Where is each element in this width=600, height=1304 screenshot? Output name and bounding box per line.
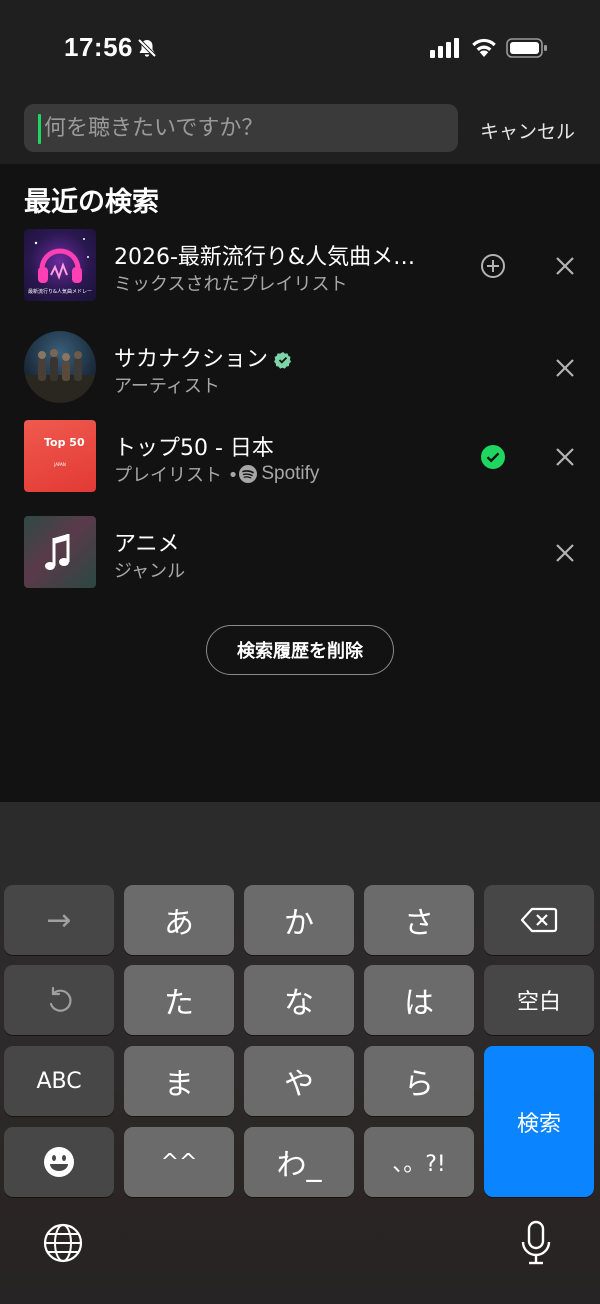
- key-sa[interactable]: さ: [364, 885, 474, 955]
- recent-item-subtitle: アーティスト: [114, 376, 220, 397]
- silent-bell-icon: [137, 38, 157, 58]
- recent-item[interactable]: サカナクション アーティスト: [0, 331, 600, 411]
- key-next-arrow[interactable]: →: [4, 885, 114, 955]
- key-ta[interactable]: た: [124, 965, 234, 1035]
- recent-item[interactable]: アニメ ジャンル: [0, 516, 600, 596]
- close-icon[interactable]: [551, 252, 579, 280]
- recent-item[interactable]: 最新流行り&人気曲メドレー 2026-最新流行り&人気曲メ… ミックスされたプレ…: [0, 229, 600, 309]
- key-search[interactable]: 検索: [484, 1046, 594, 1197]
- microphone-icon[interactable]: [520, 1220, 552, 1266]
- battery-icon: [506, 38, 547, 58]
- playlist-cover: Top 50 JAPAN: [24, 420, 96, 492]
- key-wa[interactable]: わ_: [244, 1127, 354, 1197]
- recent-searches-title: 最近の検索: [24, 187, 159, 218]
- clear-history-button[interactable]: 検索履歴を削除: [206, 625, 394, 675]
- key-ra[interactable]: ら: [364, 1046, 474, 1116]
- add-icon[interactable]: [479, 252, 507, 280]
- undo-icon: [49, 986, 72, 1012]
- cancel-button[interactable]: キャンセル: [480, 117, 575, 144]
- key-backspace[interactable]: [484, 885, 594, 955]
- artist-photo: [24, 349, 96, 403]
- music-note-icon: [45, 534, 70, 570]
- wifi-icon: [472, 38, 496, 57]
- saved-check-icon[interactable]: [479, 443, 507, 471]
- recent-item-subtitle: プレイリスト • Spotify: [114, 461, 319, 487]
- key-ma[interactable]: ま: [124, 1046, 234, 1116]
- artist-avatar: [24, 331, 96, 403]
- text-cursor: [38, 114, 41, 144]
- artist-name: サカナクション: [114, 347, 269, 372]
- key-abc[interactable]: ABC: [4, 1046, 114, 1116]
- key-kaomoji[interactable]: ^^: [124, 1127, 234, 1197]
- keyboard: → あ か さ た な は 空白 ABC ま や ら 検索 ^^ わ_ 、。?!: [0, 802, 600, 1304]
- subtitle-brand: Spotify: [261, 463, 320, 484]
- search-input[interactable]: [44, 104, 444, 152]
- verified-badge-icon: [274, 352, 292, 369]
- recent-item-title: アニメ: [114, 532, 180, 557]
- subtitle-type: プレイリスト •: [114, 465, 239, 486]
- recent-item[interactable]: Top 50 JAPAN トップ50 - 日本 プレイリスト • Spotify: [0, 420, 600, 500]
- globe-icon[interactable]: [42, 1222, 84, 1264]
- key-space[interactable]: 空白: [484, 965, 594, 1035]
- close-icon[interactable]: [551, 443, 579, 471]
- close-icon[interactable]: [551, 354, 579, 382]
- recent-item-subtitle: ジャンル: [114, 561, 186, 582]
- playlist-cover-text: Top 50: [44, 436, 85, 449]
- key-ka[interactable]: か: [244, 885, 354, 955]
- key-na[interactable]: な: [244, 965, 354, 1035]
- genre-cover: [24, 516, 96, 588]
- key-punctuation[interactable]: 、。?!: [364, 1127, 474, 1197]
- recent-item-title: トップ50 - 日本: [114, 436, 274, 461]
- key-undo[interactable]: [4, 965, 114, 1035]
- key-ha[interactable]: は: [364, 965, 474, 1035]
- status-bar: 17:56: [0, 0, 600, 96]
- key-a[interactable]: あ: [124, 885, 234, 955]
- cellular-signal-icon: [430, 38, 459, 58]
- recent-item-title: サカナクション: [114, 341, 292, 373]
- key-ya[interactable]: や: [244, 1046, 354, 1116]
- clock: 17:56: [64, 32, 133, 62]
- playlist-cover: 最新流行り&人気曲メドレー: [24, 229, 96, 301]
- backspace-icon: [520, 907, 558, 933]
- recent-item-subtitle: ミックスされたプレイリスト: [114, 274, 348, 295]
- key-emoji[interactable]: [4, 1127, 114, 1197]
- search-header: キャンセル: [0, 96, 600, 164]
- search-box[interactable]: [24, 104, 458, 152]
- playlist-cover-text: 最新流行り&人気曲メドレー: [28, 289, 92, 295]
- recent-item-title: 2026-最新流行り&人気曲メ…: [114, 245, 416, 270]
- spotify-icon: [239, 465, 258, 483]
- emoji-icon: [44, 1147, 74, 1177]
- close-icon[interactable]: [551, 539, 579, 567]
- playlist-cover-subtext: JAPAN: [54, 462, 66, 467]
